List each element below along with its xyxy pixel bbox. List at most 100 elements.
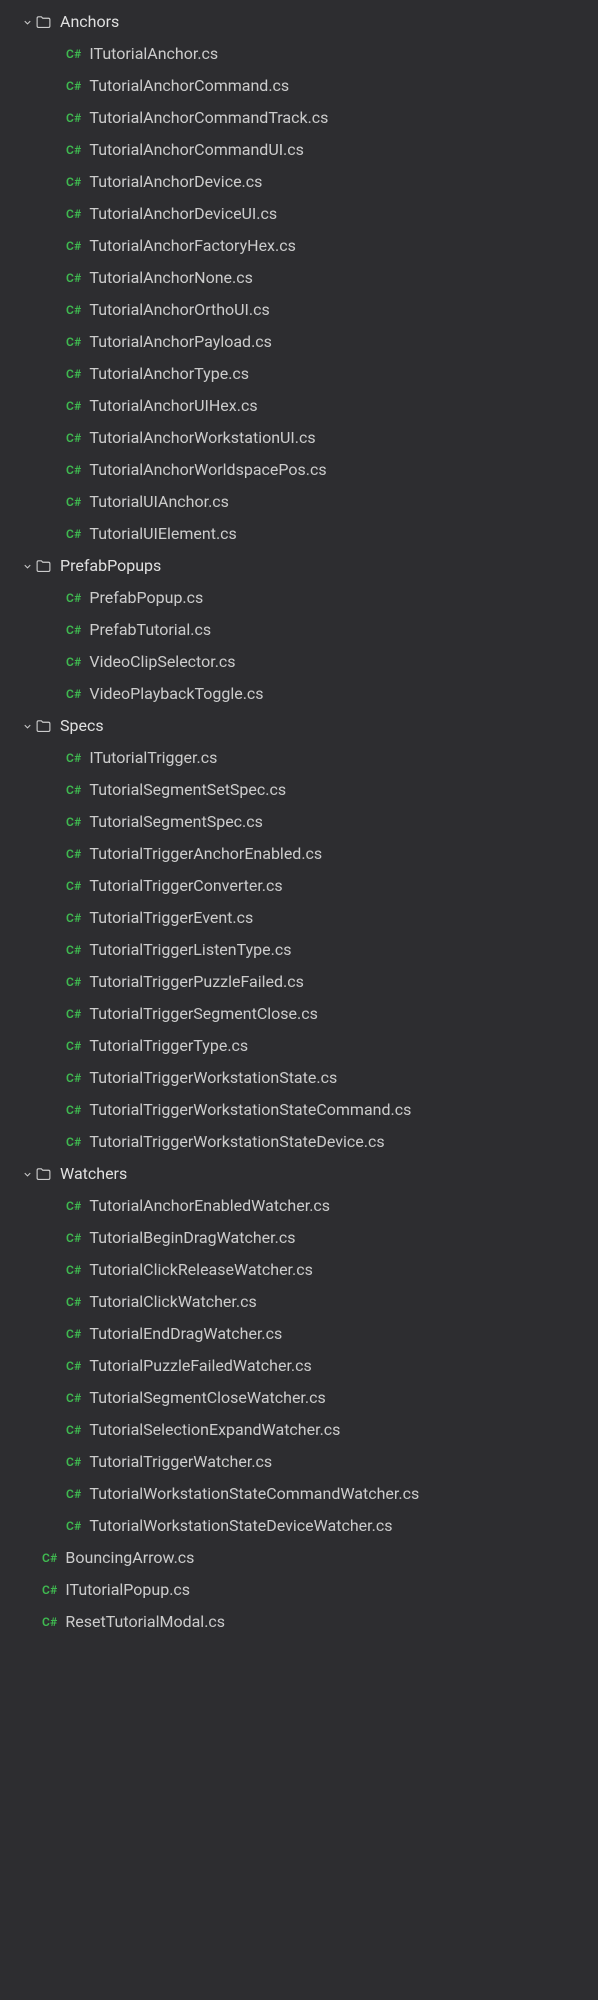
file-label: TutorialClickWatcher.cs xyxy=(89,1286,256,1318)
file-row[interactable]: C#TutorialBeginDragWatcher.cs xyxy=(0,1222,598,1254)
file-row[interactable]: C#TutorialTriggerWatcher.cs xyxy=(0,1446,598,1478)
file-row[interactable]: C#VideoClipSelector.cs xyxy=(0,646,598,678)
file-row[interactable]: C#TutorialSegmentCloseWatcher.cs xyxy=(0,1382,598,1414)
file-row[interactable]: C#TutorialAnchorDeviceUI.cs xyxy=(0,198,598,230)
csharp-file-icon: C# xyxy=(66,838,81,870)
file-label: ResetTutorialModal.cs xyxy=(65,1606,225,1638)
csharp-file-icon: C# xyxy=(66,454,81,486)
file-row[interactable]: C#TutorialWorkstationStateDeviceWatcher.… xyxy=(0,1510,598,1542)
csharp-file-icon: C# xyxy=(66,774,81,806)
file-row[interactable]: C#VideoPlaybackToggle.cs xyxy=(0,678,598,710)
file-row[interactable]: C#TutorialTriggerConverter.cs xyxy=(0,870,598,902)
file-row[interactable]: C#PrefabTutorial.cs xyxy=(0,614,598,646)
file-label: TutorialTriggerConverter.cs xyxy=(89,870,282,902)
folder-row[interactable]: PrefabPopups xyxy=(0,550,598,582)
file-label: TutorialAnchorEnabledWatcher.cs xyxy=(89,1190,330,1222)
file-row[interactable]: C#TutorialAnchorPayload.cs xyxy=(0,326,598,358)
csharp-file-icon: C# xyxy=(66,1286,81,1318)
chevron-down-icon[interactable] xyxy=(20,561,34,572)
file-row[interactable]: C#TutorialAnchorCommandUI.cs xyxy=(0,134,598,166)
file-row[interactable]: C#TutorialUIElement.cs xyxy=(0,518,598,550)
file-row[interactable]: C#TutorialTriggerAnchorEnabled.cs xyxy=(0,838,598,870)
file-row[interactable]: C#TutorialWorkstationStateCommandWatcher… xyxy=(0,1478,598,1510)
csharp-file-icon: C# xyxy=(66,102,81,134)
file-row[interactable]: C#TutorialTriggerType.cs xyxy=(0,1030,598,1062)
file-row[interactable]: C#BouncingArrow.cs xyxy=(0,1542,598,1574)
chevron-down-icon[interactable] xyxy=(20,17,34,28)
csharp-file-icon: C# xyxy=(66,294,81,326)
file-row[interactable]: C#TutorialAnchorWorkstationUI.cs xyxy=(0,422,598,454)
file-label: TutorialAnchorType.cs xyxy=(89,358,249,390)
file-row[interactable]: C#TutorialAnchorWorldspacePos.cs xyxy=(0,454,598,486)
file-label: ITutorialAnchor.cs xyxy=(89,38,218,70)
folder-icon xyxy=(34,13,52,31)
file-label: TutorialAnchorFactoryHex.cs xyxy=(89,230,295,262)
file-row[interactable]: C#ITutorialTrigger.cs xyxy=(0,742,598,774)
file-row[interactable]: C#TutorialAnchorOrthoUI.cs xyxy=(0,294,598,326)
file-row[interactable]: C#TutorialTriggerWorkstationState.cs xyxy=(0,1062,598,1094)
file-label: TutorialTriggerPuzzleFailed.cs xyxy=(89,966,303,998)
file-label: ITutorialPopup.cs xyxy=(65,1574,190,1606)
file-label: TutorialAnchorWorldspacePos.cs xyxy=(89,454,326,486)
file-label: TutorialAnchorCommand.cs xyxy=(89,70,289,102)
file-row[interactable]: C#TutorialAnchorDevice.cs xyxy=(0,166,598,198)
chevron-down-icon[interactable] xyxy=(20,1169,34,1180)
folder-icon xyxy=(34,717,52,735)
file-label: BouncingArrow.cs xyxy=(65,1542,194,1574)
file-label: TutorialSelectionExpandWatcher.cs xyxy=(89,1414,340,1446)
csharp-file-icon: C# xyxy=(66,518,81,550)
csharp-file-icon: C# xyxy=(66,1414,81,1446)
file-row[interactable]: C#PrefabPopup.cs xyxy=(0,582,598,614)
csharp-file-icon: C# xyxy=(66,1126,81,1158)
csharp-file-icon: C# xyxy=(66,870,81,902)
file-label: TutorialPuzzleFailedWatcher.cs xyxy=(89,1350,311,1382)
csharp-file-icon: C# xyxy=(66,1254,81,1286)
file-row[interactable]: C#TutorialClickWatcher.cs xyxy=(0,1286,598,1318)
file-row[interactable]: C#TutorialAnchorNone.cs xyxy=(0,262,598,294)
file-row[interactable]: C#TutorialTriggerPuzzleFailed.cs xyxy=(0,966,598,998)
file-row[interactable]: C#TutorialClickReleaseWatcher.cs xyxy=(0,1254,598,1286)
csharp-file-icon: C# xyxy=(66,390,81,422)
file-label: VideoPlaybackToggle.cs xyxy=(89,678,263,710)
file-row[interactable]: C#TutorialAnchorCommandTrack.cs xyxy=(0,102,598,134)
file-label: VideoClipSelector.cs xyxy=(89,646,235,678)
csharp-file-icon: C# xyxy=(66,422,81,454)
file-row[interactable]: C#TutorialAnchorUIHex.cs xyxy=(0,390,598,422)
file-row[interactable]: C#TutorialTriggerWorkstationStateDevice.… xyxy=(0,1126,598,1158)
file-row[interactable]: C#TutorialUIAnchor.cs xyxy=(0,486,598,518)
file-label: TutorialAnchorNone.cs xyxy=(89,262,252,294)
file-row[interactable]: C#TutorialTriggerListenType.cs xyxy=(0,934,598,966)
folder-row[interactable]: Anchors xyxy=(0,6,598,38)
csharp-file-icon: C# xyxy=(66,1190,81,1222)
file-row[interactable]: C#TutorialTriggerSegmentClose.cs xyxy=(0,998,598,1030)
folder-label: Specs xyxy=(60,710,104,742)
csharp-file-icon: C# xyxy=(66,1382,81,1414)
csharp-file-icon: C# xyxy=(66,486,81,518)
file-row[interactable]: C#ITutorialPopup.cs xyxy=(0,1574,598,1606)
file-row[interactable]: C#TutorialEndDragWatcher.cs xyxy=(0,1318,598,1350)
csharp-file-icon: C# xyxy=(66,1318,81,1350)
file-label: TutorialTriggerAnchorEnabled.cs xyxy=(89,838,322,870)
file-row[interactable]: C#TutorialTriggerWorkstationStateCommand… xyxy=(0,1094,598,1126)
folder-icon xyxy=(34,1165,52,1183)
file-row[interactable]: C#ResetTutorialModal.cs xyxy=(0,1606,598,1638)
folder-row[interactable]: Watchers xyxy=(0,1158,598,1190)
file-row[interactable]: C#TutorialSegmentSetSpec.cs xyxy=(0,774,598,806)
file-row[interactable]: C#TutorialAnchorCommand.cs xyxy=(0,70,598,102)
csharp-file-icon: C# xyxy=(66,1510,81,1542)
file-label: TutorialSegmentCloseWatcher.cs xyxy=(89,1382,325,1414)
file-label: TutorialTriggerWorkstationState.cs xyxy=(89,1062,337,1094)
file-label: TutorialTriggerEvent.cs xyxy=(89,902,253,934)
file-row[interactable]: C#TutorialTriggerEvent.cs xyxy=(0,902,598,934)
chevron-down-icon[interactable] xyxy=(20,721,34,732)
file-row[interactable]: C#TutorialSegmentSpec.cs xyxy=(0,806,598,838)
file-row[interactable]: C#TutorialAnchorType.cs xyxy=(0,358,598,390)
file-row[interactable]: C#TutorialAnchorFactoryHex.cs xyxy=(0,230,598,262)
file-row[interactable]: C#TutorialSelectionExpandWatcher.cs xyxy=(0,1414,598,1446)
file-label: ITutorialTrigger.cs xyxy=(89,742,217,774)
file-label: TutorialAnchorOrthoUI.cs xyxy=(89,294,269,326)
file-row[interactable]: C#TutorialAnchorEnabledWatcher.cs xyxy=(0,1190,598,1222)
file-row[interactable]: C#ITutorialAnchor.cs xyxy=(0,38,598,70)
file-row[interactable]: C#TutorialPuzzleFailedWatcher.cs xyxy=(0,1350,598,1382)
folder-row[interactable]: Specs xyxy=(0,710,598,742)
